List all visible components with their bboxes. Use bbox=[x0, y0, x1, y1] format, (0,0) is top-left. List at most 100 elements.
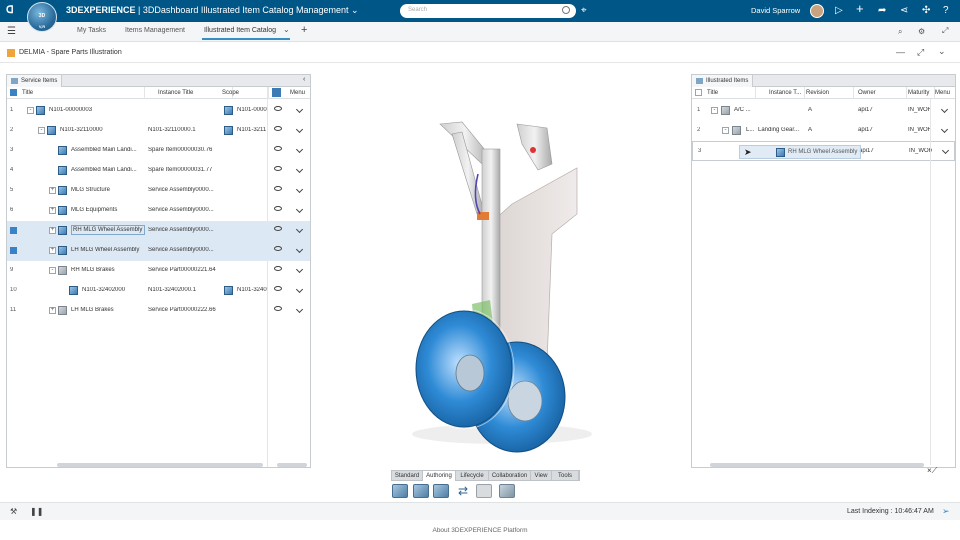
expand-icon[interactable]: + bbox=[49, 247, 56, 254]
table-row[interactable]: 2- L... Landing Gear... Aapi17 IN_WOR bbox=[692, 121, 955, 141]
tab-items-management[interactable]: Items Management bbox=[125, 27, 185, 34]
row-title[interactable]: LH MLG Brakes bbox=[71, 307, 145, 313]
right-horizontal-scrollbar[interactable] bbox=[710, 463, 924, 467]
row-menu-chevron-icon[interactable] bbox=[295, 105, 304, 114]
row-title[interactable]: N101-00000003 bbox=[49, 107, 145, 113]
left-horizontal-scrollbar[interactable] bbox=[57, 463, 263, 467]
table-row[interactable]: 1 - N101-00000003 N101-0000 bbox=[7, 101, 310, 121]
table-row[interactable]: 9 - RH MLG Brakes Service Part00000221.64 bbox=[7, 261, 310, 281]
tools-icon[interactable]: ✣ bbox=[922, 5, 930, 17]
app-menu-chevron-icon[interactable]: ⌄ bbox=[938, 46, 946, 57]
tag-icon[interactable]: ⌖ bbox=[581, 5, 587, 17]
wrench-icon[interactable]: ⚒ bbox=[10, 507, 17, 516]
select-all-checkbox[interactable] bbox=[695, 89, 702, 96]
row-menu-chevron-icon[interactable] bbox=[295, 245, 304, 254]
visibility-icon[interactable] bbox=[274, 286, 282, 291]
export-icon[interactable] bbox=[499, 484, 515, 498]
pause-icon[interactable]: ❚❚ bbox=[30, 507, 43, 516]
visibility-icon[interactable] bbox=[274, 146, 282, 151]
column-title[interactable]: Title bbox=[22, 87, 145, 99]
collapse-icon[interactable]: - bbox=[27, 107, 34, 114]
table-row[interactable]: 11 + LH MLG Brakes Service Part00000222.66 bbox=[7, 301, 310, 321]
callout-icon[interactable] bbox=[433, 484, 449, 498]
add-tab-icon[interactable]: + bbox=[301, 24, 307, 36]
ds-logo-icon[interactable]: ᗡ bbox=[6, 5, 18, 17]
row-menu-chevron-icon[interactable] bbox=[940, 125, 949, 134]
row-menu-chevron-icon[interactable] bbox=[295, 185, 304, 194]
minimize-icon[interactable]: — bbox=[896, 47, 905, 57]
maximize-icon[interactable]: ⤢ bbox=[917, 47, 924, 58]
help-icon[interactable]: ? bbox=[943, 5, 949, 17]
column-owner[interactable]: Owner bbox=[858, 87, 907, 99]
row-menu-chevron-icon[interactable] bbox=[295, 145, 304, 154]
collapse-icon[interactable]: - bbox=[722, 127, 729, 134]
select-all-checkbox[interactable] bbox=[10, 89, 17, 96]
collapse-icon[interactable]: - bbox=[49, 267, 56, 274]
landing-gear-model[interactable] bbox=[312, 64, 690, 469]
row-checkbox[interactable] bbox=[10, 247, 17, 254]
fullscreen-icon[interactable]: ⤢ bbox=[942, 26, 948, 36]
visibility-icon[interactable] bbox=[274, 226, 282, 231]
visibility-icon[interactable] bbox=[274, 126, 282, 131]
tab-my-tasks[interactable]: My Tasks bbox=[77, 27, 106, 34]
avatar[interactable] bbox=[810, 4, 824, 18]
row-title[interactable]: RH MLG Brakes bbox=[71, 267, 145, 273]
collapse-icon[interactable]: - bbox=[38, 127, 45, 134]
action-tab-tools[interactable]: Tools bbox=[552, 471, 579, 481]
tab-service-items[interactable]: Service Items bbox=[7, 75, 63, 87]
table-row[interactable]: 6 + MLG Equipments Service Assembly0000... bbox=[7, 201, 310, 221]
table-icon[interactable] bbox=[476, 484, 492, 498]
action-tab-view[interactable]: View bbox=[531, 471, 552, 481]
network-icon[interactable]: ⋖ bbox=[900, 5, 908, 17]
visibility-icon[interactable] bbox=[274, 306, 282, 311]
action-tab-collaboration[interactable]: Collaboration bbox=[489, 471, 531, 481]
row-menu-chevron-icon[interactable] bbox=[295, 165, 304, 174]
row-title[interactable]: N101-32402000 bbox=[82, 287, 145, 293]
search-input[interactable]: Search bbox=[400, 4, 576, 18]
visibility-icon[interactable] bbox=[274, 206, 282, 211]
compass-icon[interactable]: 3D V,R bbox=[27, 2, 57, 32]
action-tab-standard[interactable]: Standard bbox=[392, 471, 423, 481]
expand-icon[interactable]: + bbox=[49, 207, 56, 214]
tab-menu-chevron-icon[interactable]: ⌄ bbox=[283, 25, 290, 34]
chevron-down-icon[interactable]: ⌄ bbox=[351, 5, 359, 15]
row-title[interactable]: RH MLG Wheel Assembly bbox=[71, 225, 145, 235]
about-link[interactable]: About 3DEXPERIENCE Platform bbox=[432, 527, 527, 534]
table-row[interactable]: 5 + MLG Structure Service Assembly0000... bbox=[7, 181, 310, 201]
column-visibility-icon[interactable] bbox=[272, 88, 281, 97]
left-horizontal-scrollbar-right[interactable] bbox=[277, 463, 307, 467]
table-row[interactable]: 8+LH MLG Wheel AssemblyService Assembly0… bbox=[7, 241, 310, 261]
visibility-icon[interactable] bbox=[274, 186, 282, 191]
row-menu-chevron-icon[interactable] bbox=[295, 125, 304, 134]
tab-illustrated-items[interactable]: Illustrated Items bbox=[692, 75, 754, 87]
visibility-icon[interactable] bbox=[274, 166, 282, 171]
row-menu-chevron-icon[interactable] bbox=[940, 105, 949, 114]
column-revision[interactable]: Revision bbox=[806, 87, 854, 99]
collapse-panel-icon[interactable]: ‹ bbox=[303, 76, 305, 83]
table-row[interactable]: 1 - A/C ... Aapi17 IN_WOR bbox=[692, 101, 955, 121]
table-row[interactable]: 3 Assembled Main Landi... Spare Item000000… bbox=[7, 141, 310, 161]
row-checkbox[interactable] bbox=[10, 227, 17, 234]
table-row[interactable]: 2 - N101-32110000 N101-32110000.1 N101-3211 bbox=[7, 121, 310, 141]
expand-icon[interactable]: + bbox=[49, 227, 56, 234]
action-tab-authoring[interactable]: Authoring bbox=[423, 471, 456, 481]
add-icon[interactable]: + bbox=[856, 2, 864, 15]
3d-viewport[interactable] bbox=[312, 64, 690, 469]
row-title[interactable]: MLG Structure bbox=[71, 187, 145, 193]
search-icon[interactable] bbox=[562, 6, 570, 14]
row-title[interactable]: A/C ... bbox=[734, 107, 760, 113]
settings-icon[interactable]: ⚙ bbox=[918, 27, 925, 36]
row-title[interactable]: LH MLG Wheel Assembly bbox=[71, 247, 145, 253]
tab-illustrated-item-catalog[interactable]: Illustrated Item Catalog bbox=[202, 27, 290, 40]
column-scope[interactable]: Scope bbox=[222, 87, 269, 99]
hamburger-icon[interactable]: ☰ bbox=[7, 26, 16, 37]
generate-illustration-icon[interactable] bbox=[413, 484, 429, 498]
row-menu-chevron-icon[interactable] bbox=[295, 285, 304, 294]
column-title[interactable]: Title bbox=[707, 87, 756, 99]
send-icon[interactable]: ➢ bbox=[942, 506, 950, 517]
user-name[interactable]: David Sparrow bbox=[751, 6, 800, 15]
visibility-icon[interactable] bbox=[274, 106, 282, 111]
row-title[interactable]: Assembled Main Landi... bbox=[71, 147, 145, 153]
action-tab-lifecycle[interactable]: Lifecycle bbox=[456, 471, 489, 481]
row-title[interactable]: Assembled Main Landi... bbox=[71, 167, 145, 173]
